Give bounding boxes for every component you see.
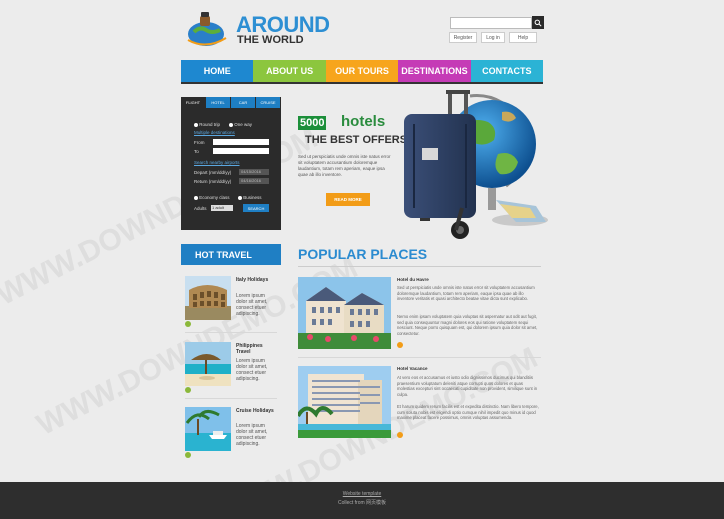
nav-divider	[181, 82, 543, 84]
tab-flight[interactable]: FLIGHT	[181, 97, 206, 108]
footer-credit: Collect from 网页模板	[337, 500, 387, 506]
globe-suitcase-image	[400, 88, 550, 244]
search-button[interactable]	[532, 16, 544, 29]
cruise-desc: Lorem ipsum dolor sit amet, consect etue…	[236, 423, 268, 447]
italy-image[interactable]	[185, 276, 231, 320]
nav-our-tours[interactable]: OUR TOURS	[325, 60, 399, 82]
nav-contacts[interactable]: CONTACTS	[470, 60, 544, 82]
nearby-airports-checkbox[interactable]: Search nearby airports	[194, 160, 240, 165]
hero-word: hotels	[341, 113, 386, 130]
search-icon	[534, 19, 542, 27]
register-link[interactable]: Register	[449, 32, 477, 43]
hot-travel-header: HOT TRAVEL	[181, 244, 281, 265]
tab-hotel[interactable]: HOTEL	[206, 97, 231, 108]
popular-places-title: POPULAR PLACES	[298, 246, 428, 262]
hero-subtitle: THE BEST OFFERS	[305, 134, 408, 146]
tab-cruise[interactable]: CRUISE	[256, 97, 281, 108]
nav-destinations[interactable]: DESTINATIONS	[398, 60, 471, 82]
hotel-du-havre-title[interactable]: Hotel du Havre	[397, 277, 429, 282]
philippines-image[interactable]	[185, 342, 231, 386]
divider	[185, 398, 277, 399]
economy-radio[interactable]	[194, 195, 198, 200]
nav-home[interactable]: HOME	[181, 60, 254, 82]
depart-label: Depart (mm/dd/yy)	[194, 170, 232, 175]
arrow-right-icon[interactable]	[185, 387, 191, 393]
booking-widget: FLIGHT HOTEL CAR CRUISE Round trip One w…	[181, 97, 281, 230]
to-label: To	[194, 149, 199, 154]
hotel-du-havre-image[interactable]	[298, 277, 391, 349]
hotel-vacance-text: At vero eos et accusamus et iusto odio d…	[397, 375, 538, 397]
round-trip-label: Round trip	[199, 122, 221, 127]
main-nav: HOME ABOUT US OUR TOURS DESTINATIONS CON…	[181, 60, 544, 82]
adults-select[interactable]: 1 adult	[211, 205, 233, 211]
hero-text: Sed ut perspiciatis unde omnis iste natu…	[298, 154, 391, 177]
arrow-right-icon[interactable]	[397, 432, 403, 438]
hotel-vacance-image[interactable]	[298, 366, 391, 438]
arrow-right-icon[interactable]	[397, 342, 403, 348]
hotel-du-havre-text-2: Nemo enim ipsam voluptatem quia voluptas…	[397, 314, 538, 336]
round-trip-radio[interactable]	[194, 122, 198, 127]
return-input[interactable]: 04/16/2016	[239, 178, 269, 184]
hotel-du-havre-text: Sed ut perspiciatis unde omnis iste natu…	[397, 285, 535, 302]
login-link[interactable]: Log in	[481, 32, 505, 43]
to-input[interactable]	[213, 148, 269, 154]
philippines-desc: Lorem ipsum dolor sit amet, consect etue…	[236, 358, 268, 382]
hotel-vacance-text-2: Et harum quidem rerum facilis est et exp…	[397, 404, 539, 421]
footer-link[interactable]: Website template	[0, 491, 724, 497]
divider	[185, 332, 277, 333]
from-input[interactable]	[213, 139, 269, 145]
arrow-right-icon[interactable]	[185, 321, 191, 327]
hero-badge: 5000	[298, 116, 327, 130]
one-way-label: One way	[234, 122, 253, 127]
booking-tabs: FLIGHT HOTEL CAR CRUISE	[181, 97, 281, 108]
read-more-button[interactable]: READ MORE	[326, 193, 370, 206]
help-link[interactable]: Help	[509, 32, 537, 43]
divider	[298, 266, 541, 267]
adults-label: Adults	[194, 206, 207, 211]
booking-search-button[interactable]: SEARCH	[243, 204, 269, 212]
italy-desc: Lorem ipsum dolor sit amet, consect etue…	[236, 293, 268, 317]
tab-car[interactable]: CAR	[231, 97, 256, 108]
cruise-title[interactable]: Cruise Holidays	[236, 408, 276, 414]
depart-input[interactable]: 04/15/2016	[239, 169, 269, 175]
arrow-right-icon[interactable]	[185, 452, 191, 458]
hotel-vacance-title[interactable]: Hotel Vacance	[397, 366, 428, 371]
italy-title[interactable]: Italy Holidays	[236, 277, 276, 283]
logo-subtitle: THE WORLD	[237, 34, 304, 46]
from-label: From	[194, 140, 205, 145]
one-way-radio[interactable]	[229, 122, 233, 127]
nav-about-us[interactable]: ABOUT US	[253, 60, 326, 82]
cruise-image[interactable]	[185, 407, 231, 451]
business-radio[interactable]	[238, 195, 242, 200]
divider	[298, 357, 541, 358]
globe-logo-icon[interactable]	[184, 10, 230, 48]
economy-label: Economy class	[199, 195, 230, 200]
header-links: Register Log in Help	[449, 32, 537, 43]
search-input[interactable]	[450, 17, 532, 29]
philippines-title[interactable]: Philippines Travel	[236, 343, 276, 355]
return-label: Return (mm/dd/yy)	[194, 179, 232, 184]
business-label: Business	[243, 195, 262, 200]
multiple-destinations-link[interactable]: Multiple destinations	[194, 130, 235, 135]
